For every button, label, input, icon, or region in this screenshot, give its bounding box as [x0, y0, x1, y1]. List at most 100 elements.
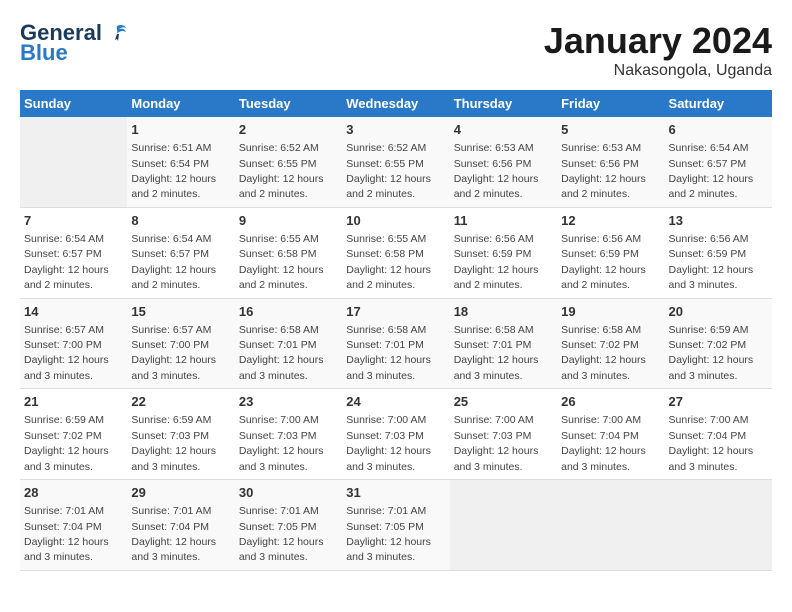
table-row: 17 Sunrise: 6:58 AM Sunset: 7:01 PM Dayli…	[342, 298, 449, 389]
calendar-week-row: 28 Sunrise: 7:01 AM Sunset: 7:04 PM Dayli…	[20, 480, 772, 571]
table-row: 13 Sunrise: 6:56 AM Sunset: 6:59 PM Dayli…	[665, 207, 772, 298]
day-info: Sunrise: 6:56 AM Sunset: 6:59 PM Dayligh…	[561, 233, 646, 291]
day-info: Sunrise: 7:00 AM Sunset: 7:04 PM Dayligh…	[669, 414, 754, 472]
table-row: 21 Sunrise: 6:59 AM Sunset: 7:02 PM Dayli…	[20, 389, 127, 480]
day-number: 26	[561, 393, 660, 411]
table-row: 20Sunrise: 6:59 AM Sunset: 7:02 PM Dayli…	[665, 298, 772, 389]
calendar-week-row: 14 Sunrise: 6:57 AM Sunset: 7:00 PM Dayli…	[20, 298, 772, 389]
day-info: Sunrise: 6:59 AM Sunset: 7:03 PM Dayligh…	[131, 414, 216, 472]
day-info: Sunrise: 6:54 AM Sunset: 6:57 PM Dayligh…	[24, 233, 109, 291]
day-info: Sunrise: 6:56 AM Sunset: 6:59 PM Dayligh…	[454, 233, 539, 291]
day-number: 25	[454, 393, 553, 411]
day-number: 27	[669, 393, 768, 411]
table-row: 31Sunrise: 7:01 AM Sunset: 7:05 PM Dayli…	[342, 480, 449, 571]
day-number: 12	[561, 212, 660, 230]
day-info: Sunrise: 6:56 AM Sunset: 6:59 PM Dayligh…	[669, 233, 754, 291]
day-number: 30	[239, 484, 338, 502]
col-thursday: Thursday	[450, 90, 557, 117]
day-number: 11	[454, 212, 553, 230]
day-info: Sunrise: 7:01 AM Sunset: 7:05 PM Dayligh…	[346, 505, 431, 563]
table-row: 16 Sunrise: 6:58 AM Sunset: 7:01 PM Dayli…	[235, 298, 342, 389]
logo-blue: Blue	[20, 40, 68, 66]
day-number: 9	[239, 212, 338, 230]
day-number: 21	[24, 393, 123, 411]
logo: General Blue	[20, 20, 128, 66]
table-row: 26 Sunrise: 7:00 AM Sunset: 7:04 PM Dayli…	[557, 389, 664, 480]
table-row: 1 Sunrise: 6:51 AM Sunset: 6:54 PM Daylig…	[127, 117, 234, 207]
day-number: 23	[239, 393, 338, 411]
day-info: Sunrise: 6:53 AM Sunset: 6:56 PM Dayligh…	[561, 142, 646, 200]
table-row: 19 Sunrise: 6:58 AM Sunset: 7:02 PM Dayli…	[557, 298, 664, 389]
logo-bird-icon	[106, 22, 128, 44]
table-row: 10Sunrise: 6:55 AM Sunset: 6:58 PM Dayli…	[342, 207, 449, 298]
day-info: Sunrise: 6:57 AM Sunset: 7:00 PM Dayligh…	[24, 324, 109, 382]
table-row	[20, 117, 127, 207]
day-info: Sunrise: 6:58 AM Sunset: 7:01 PM Dayligh…	[346, 324, 431, 382]
day-info: Sunrise: 6:53 AM Sunset: 6:56 PM Dayligh…	[454, 142, 539, 200]
day-number: 3	[346, 121, 445, 139]
calendar-table: Sunday Monday Tuesday Wednesday Thursday…	[20, 90, 772, 571]
day-number: 18	[454, 303, 553, 321]
table-row: 18 Sunrise: 6:58 AM Sunset: 7:01 PM Dayli…	[450, 298, 557, 389]
calendar-title: January 2024	[544, 20, 772, 62]
table-row: 5Sunrise: 6:53 AM Sunset: 6:56 PM Daylig…	[557, 117, 664, 207]
col-monday: Monday	[127, 90, 234, 117]
day-number: 24	[346, 393, 445, 411]
table-row: 15 Sunrise: 6:57 AM Sunset: 7:00 PM Dayli…	[127, 298, 234, 389]
day-info: Sunrise: 6:55 AM Sunset: 6:58 PM Dayligh…	[239, 233, 324, 291]
day-info: Sunrise: 6:59 AM Sunset: 7:02 PM Dayligh…	[24, 414, 109, 472]
day-number: 2	[239, 121, 338, 139]
calendar-header-row: Sunday Monday Tuesday Wednesday Thursday…	[20, 90, 772, 117]
day-info: Sunrise: 6:58 AM Sunset: 7:01 PM Dayligh…	[239, 324, 324, 382]
day-info: Sunrise: 7:00 AM Sunset: 7:03 PM Dayligh…	[346, 414, 431, 472]
day-info: Sunrise: 6:54 AM Sunset: 6:57 PM Dayligh…	[669, 142, 754, 200]
table-row: 7 Sunrise: 6:54 AM Sunset: 6:57 PM Daylig…	[20, 207, 127, 298]
col-tuesday: Tuesday	[235, 90, 342, 117]
day-info: Sunrise: 7:00 AM Sunset: 7:04 PM Dayligh…	[561, 414, 646, 472]
table-row: 3 Sunrise: 6:52 AM Sunset: 6:55 PM Daylig…	[342, 117, 449, 207]
day-number: 13	[669, 212, 768, 230]
col-friday: Friday	[557, 90, 664, 117]
day-number: 1	[131, 121, 230, 139]
day-info: Sunrise: 7:00 AM Sunset: 7:03 PM Dayligh…	[239, 414, 324, 472]
table-row: 27 Sunrise: 7:00 AM Sunset: 7:04 PM Dayli…	[665, 389, 772, 480]
calendar-week-row: 1 Sunrise: 6:51 AM Sunset: 6:54 PM Daylig…	[20, 117, 772, 207]
day-info: Sunrise: 6:58 AM Sunset: 7:01 PM Dayligh…	[454, 324, 539, 382]
day-number: 17	[346, 303, 445, 321]
table-row	[557, 480, 664, 571]
day-number: 4	[454, 121, 553, 139]
day-info: Sunrise: 6:58 AM Sunset: 7:02 PM Dayligh…	[561, 324, 646, 382]
calendar-subtitle: Nakasongola, Uganda	[544, 62, 772, 80]
day-number: 29	[131, 484, 230, 502]
day-info: Sunrise: 6:52 AM Sunset: 6:55 PM Dayligh…	[346, 142, 431, 200]
day-info: Sunrise: 6:52 AM Sunset: 6:55 PM Dayligh…	[239, 142, 324, 200]
day-number: 19	[561, 303, 660, 321]
table-row: 11 Sunrise: 6:56 AM Sunset: 6:59 PM Dayli…	[450, 207, 557, 298]
day-info: Sunrise: 6:59 AM Sunset: 7:02 PM Dayligh…	[669, 324, 754, 382]
col-wednesday: Wednesday	[342, 90, 449, 117]
table-row: 14 Sunrise: 6:57 AM Sunset: 7:00 PM Dayli…	[20, 298, 127, 389]
table-row	[450, 480, 557, 571]
day-number: 22	[131, 393, 230, 411]
table-row: 6 Sunrise: 6:54 AM Sunset: 6:57 PM Daylig…	[665, 117, 772, 207]
day-number: 7	[24, 212, 123, 230]
day-info: Sunrise: 7:01 AM Sunset: 7:04 PM Dayligh…	[131, 505, 216, 563]
table-row: 23 Sunrise: 7:00 AM Sunset: 7:03 PM Dayli…	[235, 389, 342, 480]
title-block: January 2024 Nakasongola, Uganda	[544, 20, 772, 80]
col-saturday: Saturday	[665, 90, 772, 117]
day-info: Sunrise: 7:00 AM Sunset: 7:03 PM Dayligh…	[454, 414, 539, 472]
day-number: 16	[239, 303, 338, 321]
table-row: 28 Sunrise: 7:01 AM Sunset: 7:04 PM Dayli…	[20, 480, 127, 571]
table-row: 30 Sunrise: 7:01 AM Sunset: 7:05 PM Dayli…	[235, 480, 342, 571]
day-number: 15	[131, 303, 230, 321]
table-row: 12 Sunrise: 6:56 AM Sunset: 6:59 PM Dayli…	[557, 207, 664, 298]
day-info: Sunrise: 7:01 AM Sunset: 7:05 PM Dayligh…	[239, 505, 324, 563]
day-number: 8	[131, 212, 230, 230]
day-number: 28	[24, 484, 123, 502]
col-sunday: Sunday	[20, 90, 127, 117]
day-info: Sunrise: 6:51 AM Sunset: 6:54 PM Dayligh…	[131, 142, 216, 200]
day-number: 14	[24, 303, 123, 321]
day-info: Sunrise: 6:57 AM Sunset: 7:00 PM Dayligh…	[131, 324, 216, 382]
day-number: 6	[669, 121, 768, 139]
day-info: Sunrise: 7:01 AM Sunset: 7:04 PM Dayligh…	[24, 505, 109, 563]
